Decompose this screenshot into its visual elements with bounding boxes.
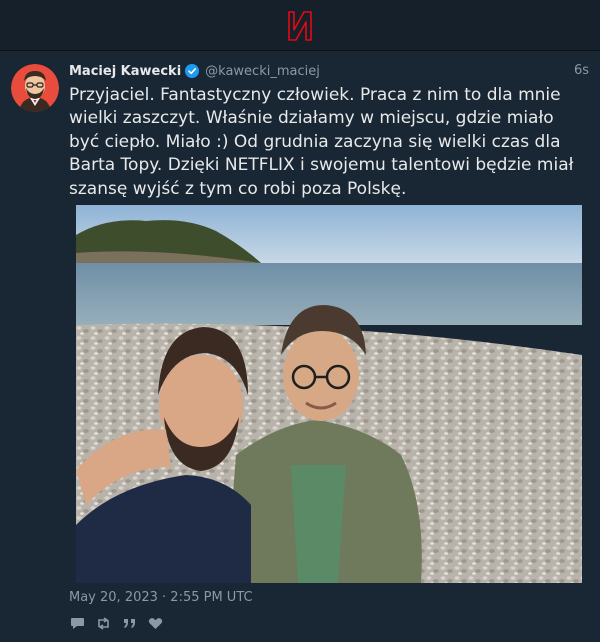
tweet-timestamp[interactable]: May 20, 2023 · 2:55 PM UTC xyxy=(69,589,253,607)
tweet-photo[interactable] xyxy=(76,205,582,583)
tweet-text: Przyjaciel. Fantastyczny człowiek. Praca… xyxy=(69,85,574,199)
relative-time[interactable]: 6s xyxy=(574,61,589,81)
avatar[interactable] xyxy=(11,64,59,112)
quote-icon xyxy=(123,618,135,628)
retweet-icon xyxy=(97,616,109,630)
netflix-logo-icon[interactable] xyxy=(286,10,314,42)
quote-button[interactable] xyxy=(121,616,137,630)
top-bar xyxy=(0,0,600,51)
photo-illustration xyxy=(76,205,582,583)
avatar-illustration xyxy=(11,64,59,112)
like-button[interactable] xyxy=(147,616,163,630)
reply-icon xyxy=(70,617,84,629)
author-name[interactable]: Maciej Kawecki xyxy=(69,64,181,79)
verified-badge-icon xyxy=(185,64,200,78)
reply-button[interactable] xyxy=(69,616,85,630)
retweet-button[interactable] xyxy=(95,616,111,630)
author-handle[interactable]: @kawecki_maciej xyxy=(205,64,320,79)
tweet-actions xyxy=(69,616,163,630)
tweet-card: Maciej Kawecki @kawecki_maciej 6s Przyja… xyxy=(0,51,600,642)
tweet-header: Maciej Kawecki @kawecki_maciej xyxy=(69,61,320,81)
like-icon xyxy=(148,617,162,629)
